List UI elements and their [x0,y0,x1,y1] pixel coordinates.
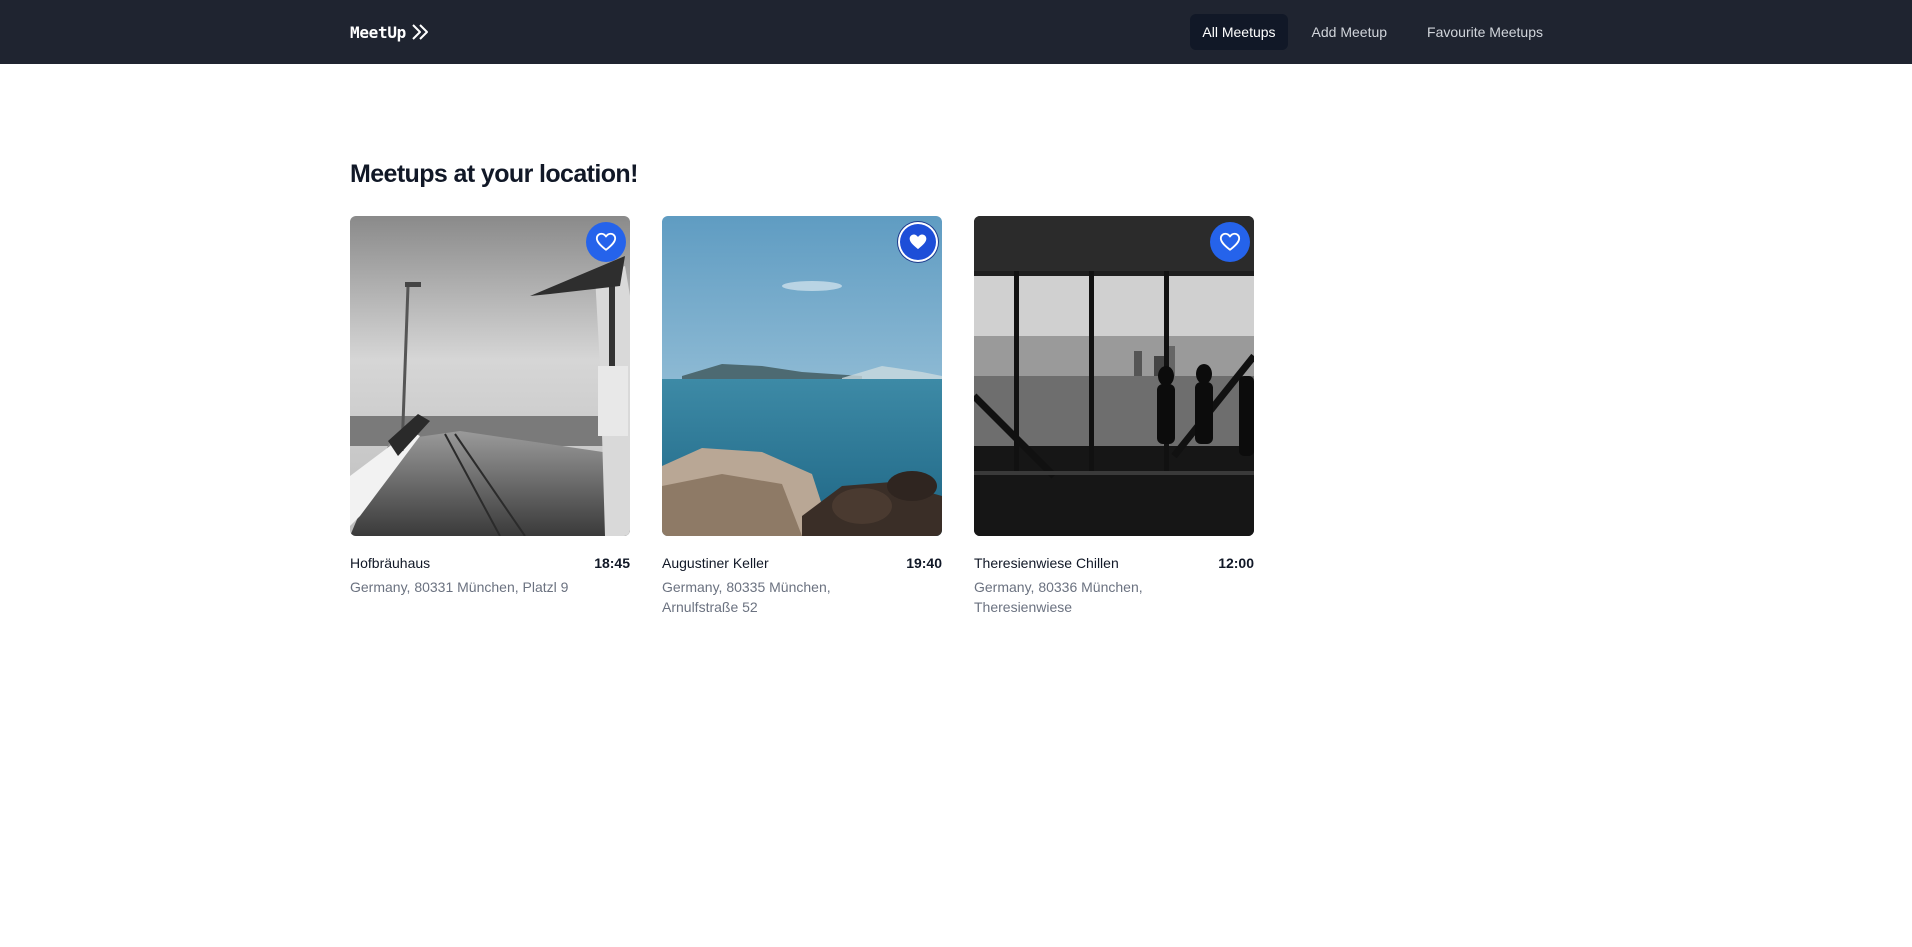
meetup-image-container [974,216,1254,536]
main-nav: All Meetups Add Meetup Favourite Meetups [1190,14,1555,50]
meetup-list: Hofbräuhaus 18:45 Germany, 80331 München… [350,216,1254,617]
heart-outline-icon [1219,232,1241,251]
meetup-name: Theresienwiese Chillen [974,555,1119,571]
navbar-inner: MeetUp All Meetups Add Meetup Favourite … [350,0,1555,64]
meetup-image-container [662,216,942,536]
meetup-time: 12:00 [1218,555,1254,571]
nav-favourite-meetups[interactable]: Favourite Meetups [1415,14,1555,50]
top-navbar: MeetUp All Meetups Add Meetup Favourite … [0,0,1912,64]
nav-all-meetups[interactable]: All Meetups [1190,14,1288,50]
meetup-time: 18:45 [594,555,630,571]
meetup-name: Hofbräuhaus [350,555,431,571]
meetup-card: Theresienwiese Chillen 12:00 Germany, 80… [974,216,1254,617]
favourite-button[interactable] [586,222,626,262]
meetup-card: Augustiner Keller 19:40 Germany, 80335 M… [662,216,942,617]
meetup-name: Augustiner Keller [662,555,769,571]
app-logo[interactable]: MeetUp [350,23,429,42]
meetup-image-container [350,216,630,536]
meetup-address: Germany, 80336 München, Theresienwiese [974,579,1143,615]
meetup-card: Hofbräuhaus 18:45 Germany, 80331 München… [350,216,630,617]
meetup-info: Hofbräuhaus 18:45 [350,553,630,573]
meetup-info: Theresienwiese Chillen 12:00 [974,553,1254,573]
heart-filled-icon [909,234,927,250]
meetup-info: Augustiner Keller 19:40 [662,553,942,573]
favourite-button[interactable] [1210,222,1250,262]
pier-photo [350,216,630,536]
favourite-button[interactable] [898,222,938,262]
double-chevron-right-icon [412,24,428,40]
city-window-photo [974,216,1254,536]
nav-add-meetup[interactable]: Add Meetup [1300,14,1400,50]
sea-photo [662,216,942,536]
meetup-address: Germany, 80331 München, Platzl 9 [350,579,569,595]
meetup-time: 19:40 [906,555,942,571]
heart-outline-icon [595,232,617,251]
meetup-address: Germany, 80335 München, Arnulfstraße 52 [662,579,831,615]
logo-text: MeetUp [350,22,406,42]
page-title: Meetups at your location! [350,160,638,188]
